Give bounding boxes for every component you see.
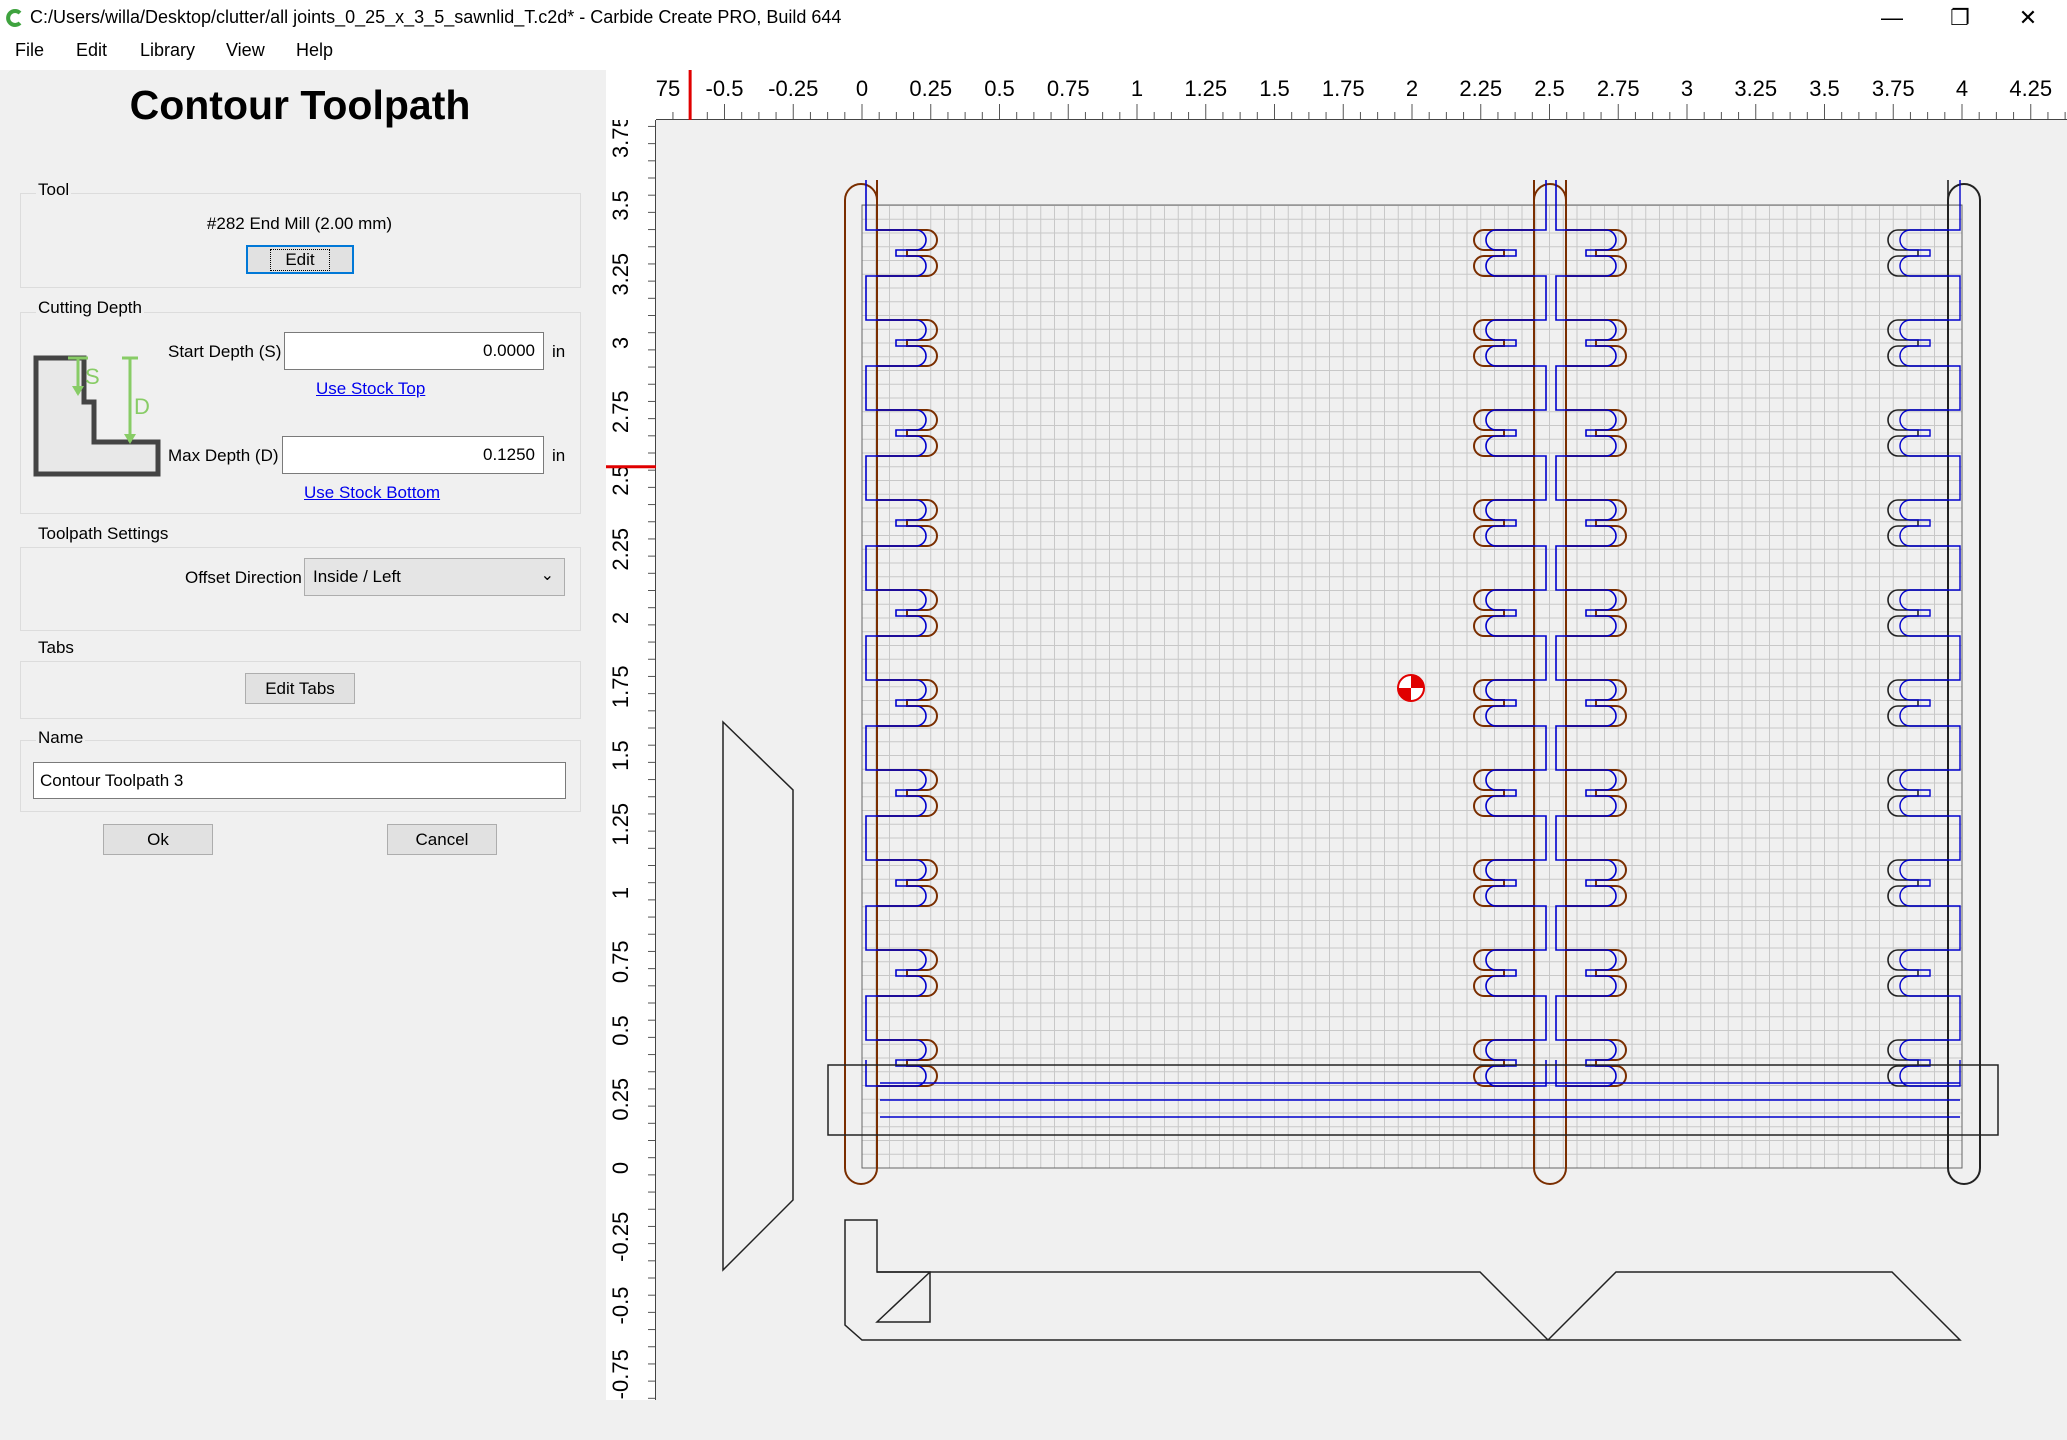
- close-icon[interactable]: ✕: [1998, 0, 2058, 36]
- menu-edit[interactable]: Edit: [76, 40, 107, 61]
- window-title: C:/Users/willa/Desktop/clutter/all joint…: [30, 7, 842, 27]
- ruler-label: 2: [608, 612, 633, 624]
- menu-help[interactable]: Help: [296, 40, 333, 61]
- ruler-label: 2: [1406, 76, 1418, 101]
- ruler-corner: [606, 70, 656, 120]
- depth-diagram-s: S: [85, 364, 100, 389]
- ruler-label: 1: [1131, 76, 1143, 101]
- ruler-label: 1.25: [1184, 76, 1227, 101]
- max-depth-unit: in: [552, 446, 566, 465]
- ruler-label: -0.25: [768, 76, 818, 101]
- tool-name: #282 End Mill (2.00 mm): [206, 214, 393, 233]
- panel-title: Contour Toolpath: [129, 82, 471, 128]
- ruler-label: 3.75: [1872, 76, 1915, 101]
- ruler-label: 2.5: [1534, 76, 1565, 101]
- toolpath-name-input[interactable]: Contour Toolpath 3: [33, 762, 566, 799]
- offset-direction-label: Offset Direction: [185, 568, 302, 587]
- ruler-label: 0.5: [984, 76, 1015, 101]
- ruler-label: 3.25: [1734, 76, 1777, 101]
- toolpath-settings-label: Toolpath Settings: [36, 524, 171, 544]
- bottom-profile-corner: [875, 1271, 931, 1323]
- ruler-label: 1.5: [608, 740, 633, 771]
- start-depth-unit: in: [552, 342, 566, 361]
- menu-view[interactable]: View: [226, 40, 265, 61]
- minimize-icon[interactable]: —: [1862, 0, 1922, 36]
- depth-diagram-d: D: [134, 394, 150, 419]
- ruler-label: 4.25: [2009, 76, 2052, 101]
- cutting-depth-label: Cutting Depth: [36, 298, 144, 318]
- ruler-label: 0.25: [909, 76, 952, 101]
- name-group-label: Name: [36, 728, 86, 748]
- ruler-label: 2.75: [608, 390, 633, 433]
- tool-group-label: Tool: [36, 180, 72, 200]
- ruler-label: 4: [1956, 76, 1968, 101]
- use-stock-bottom-link[interactable]: Use Stock Bottom: [304, 483, 440, 503]
- ruler-label: 3.5: [608, 190, 633, 221]
- ruler-label: 0.75: [608, 940, 633, 983]
- app-icon: [6, 9, 22, 27]
- ruler-label: 3.25: [608, 253, 633, 296]
- ruler-label: 0: [856, 76, 868, 101]
- ruler-label: 3: [608, 337, 633, 349]
- ruler-label: 0.5: [608, 1015, 633, 1046]
- max-depth-label: Max Depth (D): [168, 446, 279, 465]
- ruler-label: 3.75: [608, 120, 633, 158]
- bottom-profile: [844, 1219, 1962, 1342]
- ruler-label: 2.25: [608, 528, 633, 571]
- use-stock-top-link[interactable]: Use Stock Top: [316, 379, 425, 399]
- max-depth-input[interactable]: 0.1250: [282, 436, 544, 474]
- ruler-label: 3.5: [1809, 76, 1840, 101]
- ruler-label: 0.25: [608, 1078, 633, 1121]
- center-marker-quadrant: [1411, 675, 1424, 688]
- ruler-label: -0.5: [706, 76, 744, 101]
- offset-direction-select[interactable]: Inside / Left ⌄: [304, 558, 565, 596]
- menu-library[interactable]: Library: [140, 40, 195, 61]
- start-depth-label: Start Depth (S): [168, 342, 282, 361]
- ruler-label: -0.75: [608, 1349, 633, 1399]
- cancel-button[interactable]: Cancel: [387, 824, 497, 855]
- horizontal-ruler: 75 -0.5 -0.25 0 0.25 0.5 0.75 1 1.25 1.5 1.75 2 2.25…: [606, 70, 2067, 120]
- restore-icon[interactable]: ❐: [1930, 0, 1990, 36]
- tabs-group-label: Tabs: [36, 638, 76, 658]
- edit-tool-button[interactable]: Edit: [246, 245, 354, 274]
- ruler-label: 0: [608, 1162, 633, 1174]
- ruler-label: 2.75: [1597, 76, 1640, 101]
- ruler-label: 1.75: [608, 665, 633, 708]
- vertical-ruler: 3.75 3.5 3.25 3 2.75 2.5 2.25 2 1.75 1.5 1.25 1 0.75…: [606, 120, 656, 1400]
- ok-button[interactable]: Ok: [103, 824, 213, 855]
- ruler-label: 2.25: [1459, 76, 1502, 101]
- ruler-label: 3: [1681, 76, 1693, 101]
- ruler-label: 0.75: [1047, 76, 1090, 101]
- ruler-label: 2.5: [608, 465, 633, 496]
- start-depth-input[interactable]: 0.0000: [284, 332, 544, 370]
- ruler-label: 1.5: [1259, 76, 1290, 101]
- ruler-label: 75: [656, 76, 680, 101]
- ruler-label: -0.25: [608, 1212, 633, 1262]
- chevron-down-icon: ⌄: [540, 567, 554, 584]
- ruler-label: -0.5: [608, 1287, 633, 1325]
- ruler-label: 1: [608, 887, 633, 899]
- center-marker-quadrant: [1398, 688, 1411, 701]
- edit-tabs-button[interactable]: Edit Tabs: [245, 673, 355, 704]
- ruler-label: 1.25: [608, 803, 633, 846]
- menu-file[interactable]: File: [15, 40, 44, 61]
- ruler-label: 1.75: [1322, 76, 1365, 101]
- toolpath-drawing[interactable]: [656, 120, 2067, 1440]
- left-rail-contour: [844, 183, 878, 1185]
- right-rail-contour: [1947, 183, 1981, 1185]
- side-profile: [722, 720, 794, 1272]
